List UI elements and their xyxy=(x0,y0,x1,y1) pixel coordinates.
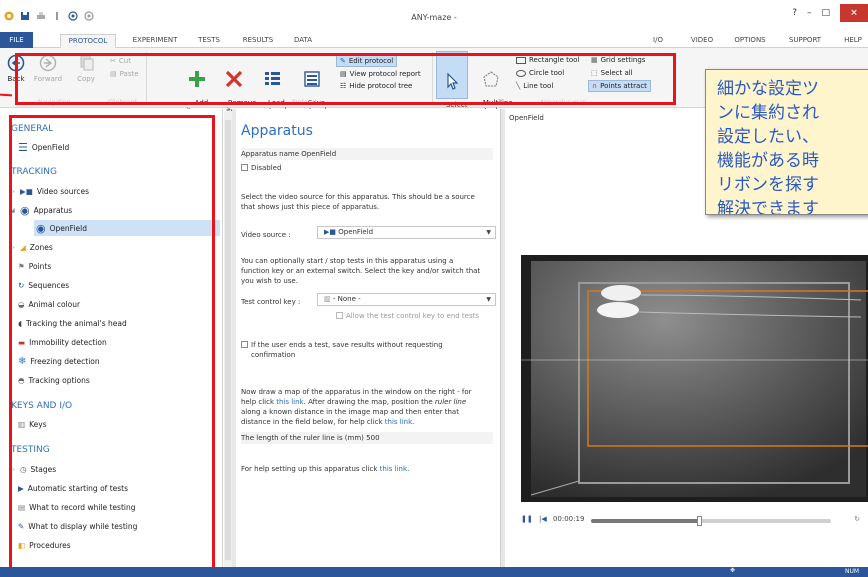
dropdown-arrow-icon: ▼ xyxy=(486,229,491,236)
keyboard-icon: ▥ xyxy=(324,295,331,303)
tree-scrollbar-thumb[interactable] xyxy=(225,120,231,560)
map-text-line-1: Now draw a map of the apparatus in the w… xyxy=(241,388,472,396)
callout-line-3: 設定したい、 xyxy=(717,127,819,147)
status-indicator-icon: ✥ xyxy=(730,567,736,574)
test-intro-line-1: You can optionally start / stop tests in… xyxy=(241,257,454,265)
apparatus-name-row: Apparatus name OpenField xyxy=(241,148,493,160)
apparatus-help-link[interactable]: this link xyxy=(380,465,407,473)
test-intro-line-2: function key or an external switch. Sele… xyxy=(241,267,481,275)
save-results-checkbox[interactable] xyxy=(241,341,248,348)
close-button[interactable]: × xyxy=(840,4,868,22)
apparatus-name-label: Apparatus name xyxy=(241,150,300,158)
tab-options[interactable]: OPTIONS xyxy=(730,34,770,48)
tab-support[interactable]: SUPPORT xyxy=(785,34,825,48)
video-time: 00:00:19 xyxy=(552,515,585,523)
callout-line-2: ンに集約され xyxy=(717,103,819,123)
map-text-line-2: help click this link. After drawing the … xyxy=(241,397,493,407)
allow-end-checkbox[interactable] xyxy=(336,312,343,319)
video-progress-track[interactable] xyxy=(591,516,831,526)
save-results-label-2: confirmation xyxy=(251,351,296,359)
apparatus-form: Apparatus Apparatus name OpenField Disab… xyxy=(236,109,500,567)
map-text-2b: . After drawing the map, position the xyxy=(303,398,435,406)
tab-data[interactable]: DATA xyxy=(288,34,318,48)
help-button[interactable]: ? xyxy=(792,8,797,18)
video-intro-line-1: Select the video source for this apparat… xyxy=(241,193,475,201)
status-bar: ✥ NUM xyxy=(0,567,868,577)
disabled-label: Disabled xyxy=(251,164,282,172)
disabled-row: Disabled xyxy=(241,163,493,173)
test-key-value: - None - xyxy=(332,295,361,303)
video-view-label: OpenField xyxy=(509,114,544,122)
ruler-line-term: ruler line xyxy=(434,398,467,406)
map-text-2a: help click xyxy=(241,398,277,406)
video-progress-thumb[interactable] xyxy=(697,516,702,526)
apparatus-help-end: . xyxy=(407,465,410,473)
video-source-select[interactable]: ▶■ OpenField ▼ xyxy=(317,226,496,239)
annotation-callout: 細かな設定ツ ンに集約され 設定したい、 機能がある時 リボンを探す 解決できま… xyxy=(705,69,868,215)
video-progress-fill xyxy=(591,519,699,523)
open-field-image xyxy=(521,255,868,502)
save-results-row: If the user ends a test, save results wi… xyxy=(241,340,493,350)
tab-experiment[interactable]: EXPERIMENT xyxy=(128,34,182,48)
apparatus-help-row: For help setting up this apparatus click… xyxy=(241,464,493,474)
ruler-length-field[interactable]: 500 xyxy=(366,434,379,442)
callout-line-4: 機能がある時 xyxy=(717,151,819,171)
maximize-button[interactable]: □ xyxy=(821,8,830,18)
anymaze-window: { "window": { "title": "ANY-maze -", "he… xyxy=(0,0,868,577)
ruler-length-row: The length of the ruler line is (mm) 500 xyxy=(241,432,493,444)
video-intro-line-2: that shows just this piece of apparatus. xyxy=(241,203,380,211)
tab-io[interactable]: I/O xyxy=(648,34,668,48)
dropdown-arrow-icon: ▼ xyxy=(486,296,491,303)
help-link-2[interactable]: this link xyxy=(385,418,412,426)
callout-line-5: リボンを探す xyxy=(717,175,819,195)
minimize-button[interactable]: – xyxy=(807,8,812,18)
map-text-4b: . xyxy=(412,418,415,426)
ribbon-highlight-box xyxy=(15,53,676,105)
tab-results[interactable]: RESULTS xyxy=(236,34,280,48)
disabled-checkbox[interactable] xyxy=(241,164,248,171)
allow-end-row: Allow the test control key to end tests xyxy=(336,311,496,321)
ribbon-tabs: FILE PROTOCOL EXPERIMENT TESTS RESULTS D… xyxy=(0,32,868,48)
tab-help[interactable]: HELP xyxy=(840,34,866,48)
tab-protocol[interactable]: PROTOCOL xyxy=(60,34,116,48)
save-results-label: If the user ends a test, save results wi… xyxy=(251,341,443,349)
title-bar: ANY-maze - ? – □ × xyxy=(0,0,868,32)
tab-file[interactable]: FILE xyxy=(0,32,33,48)
tab-tests[interactable]: TESTS xyxy=(193,34,225,48)
test-key-label: Test control key : xyxy=(241,298,301,306)
apparatus-name-field[interactable]: OpenField xyxy=(301,150,336,158)
skip-start-icon[interactable]: |◀ xyxy=(539,515,547,523)
window-title: ANY-maze - xyxy=(411,13,457,22)
test-key-select[interactable]: ▥ - None - ▼ xyxy=(317,293,496,306)
video-controls: ❚❚ |◀ 00:00:19 ↻ xyxy=(521,515,868,529)
ruler-length-label: The length of the ruler line is (mm) xyxy=(241,434,364,442)
map-text-line-4: distance in the field below, for help cl… xyxy=(241,417,493,427)
num-lock-indicator: NUM xyxy=(845,568,860,575)
loop-icon[interactable]: ↻ xyxy=(854,515,860,523)
pause-icon[interactable]: ❚❚ xyxy=(521,515,533,523)
allow-end-label: Allow the test control key to end tests xyxy=(346,312,480,320)
help-link[interactable]: this link xyxy=(276,398,303,406)
map-text-4a: distance in the field below, for help cl… xyxy=(241,418,385,426)
callout-line-1: 細かな設定ツ xyxy=(717,79,819,99)
video-source-label: Video source : xyxy=(241,231,291,239)
tree-highlight-box xyxy=(9,115,215,572)
map-text-line-3: along a known distance in the image map … xyxy=(241,408,459,416)
video-frame[interactable] xyxy=(521,255,868,502)
window-controls: ? – □ × xyxy=(792,4,868,22)
test-intro-line-3: you wish to use. xyxy=(241,277,298,285)
page-title: Apparatus xyxy=(241,123,313,139)
callout-line-6: 解決できます xyxy=(717,199,819,215)
camera-icon: ▶■ xyxy=(324,228,336,236)
video-source-value: OpenField xyxy=(338,228,374,236)
tab-video[interactable]: VIDEO xyxy=(688,34,716,48)
apparatus-help-text: For help setting up this apparatus click xyxy=(241,465,380,473)
